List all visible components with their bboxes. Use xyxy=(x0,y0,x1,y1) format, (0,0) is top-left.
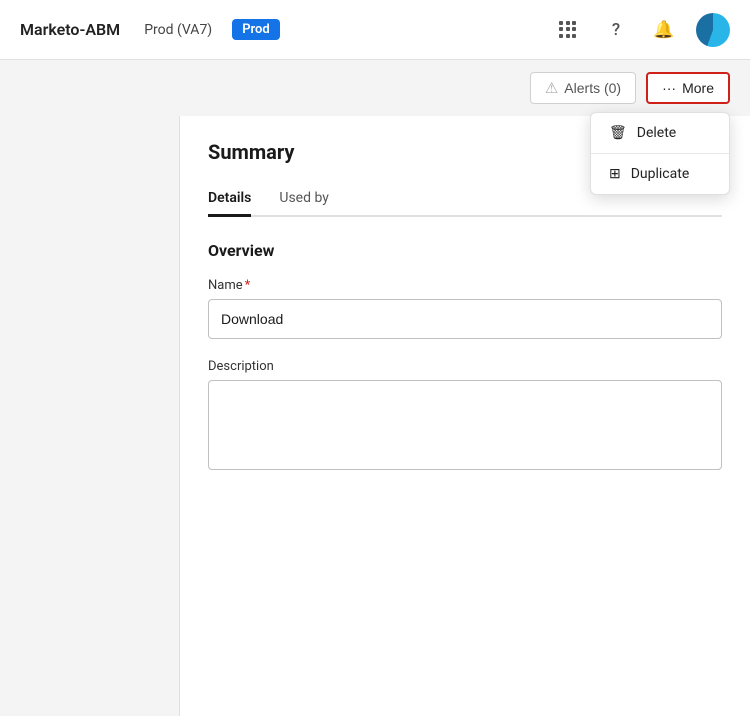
description-label: Description xyxy=(208,359,722,374)
ellipsis-icon: ··· xyxy=(662,80,676,96)
description-field-group: Description xyxy=(208,359,722,474)
tab-details-label: Details xyxy=(208,190,251,206)
more-dropdown-menu: 🗑 Delete ⊞ Duplicate xyxy=(590,112,730,195)
prod-badge[interactable]: Prod xyxy=(232,19,280,40)
duplicate-icon: ⊞ xyxy=(609,166,621,182)
name-label: Name* xyxy=(208,278,722,293)
more-button[interactable]: ··· More xyxy=(646,72,730,104)
tab-used-by-label: Used by xyxy=(279,190,329,206)
overview-title: Overview xyxy=(208,241,722,260)
warning-icon: ⚠ xyxy=(545,79,558,97)
env-label: Prod (VA7) xyxy=(144,22,212,38)
delete-label: Delete xyxy=(637,125,676,141)
description-input[interactable] xyxy=(208,380,722,470)
name-input[interactable] xyxy=(208,299,722,339)
duplicate-label: Duplicate xyxy=(631,166,690,182)
name-field-group: Name* xyxy=(208,278,722,359)
tab-details[interactable]: Details xyxy=(208,182,251,217)
navbar: Marketo-ABM Prod (VA7) Prod ? 🔔 xyxy=(0,0,750,60)
duplicate-menu-item[interactable]: ⊞ Duplicate xyxy=(591,154,729,194)
delete-menu-item[interactable]: 🗑 Delete xyxy=(591,113,729,153)
content-panel: Summary Details Used by Overview Name* D… xyxy=(180,116,750,716)
grid-icon[interactable] xyxy=(552,14,584,46)
tab-used-by[interactable]: Used by xyxy=(279,182,329,217)
brand-label: Marketo-ABM xyxy=(20,20,120,39)
bell-icon[interactable]: 🔔 xyxy=(648,14,680,46)
alerts-label: Alerts (0) xyxy=(564,80,621,96)
toolbar: ⚠ Alerts (0) ··· More 🗑 Delete ⊞ Duplica… xyxy=(0,60,750,116)
trash-icon: 🗑 xyxy=(609,125,627,141)
help-icon[interactable]: ? xyxy=(600,14,632,46)
avatar[interactable] xyxy=(696,13,730,47)
sidebar xyxy=(0,116,180,716)
required-star: * xyxy=(245,278,251,293)
overview-section: Overview Name* Description xyxy=(208,241,722,474)
main-content: Summary Details Used by Overview Name* D… xyxy=(0,116,750,716)
alerts-button[interactable]: ⚠ Alerts (0) xyxy=(530,72,636,104)
more-label: More xyxy=(682,80,714,96)
